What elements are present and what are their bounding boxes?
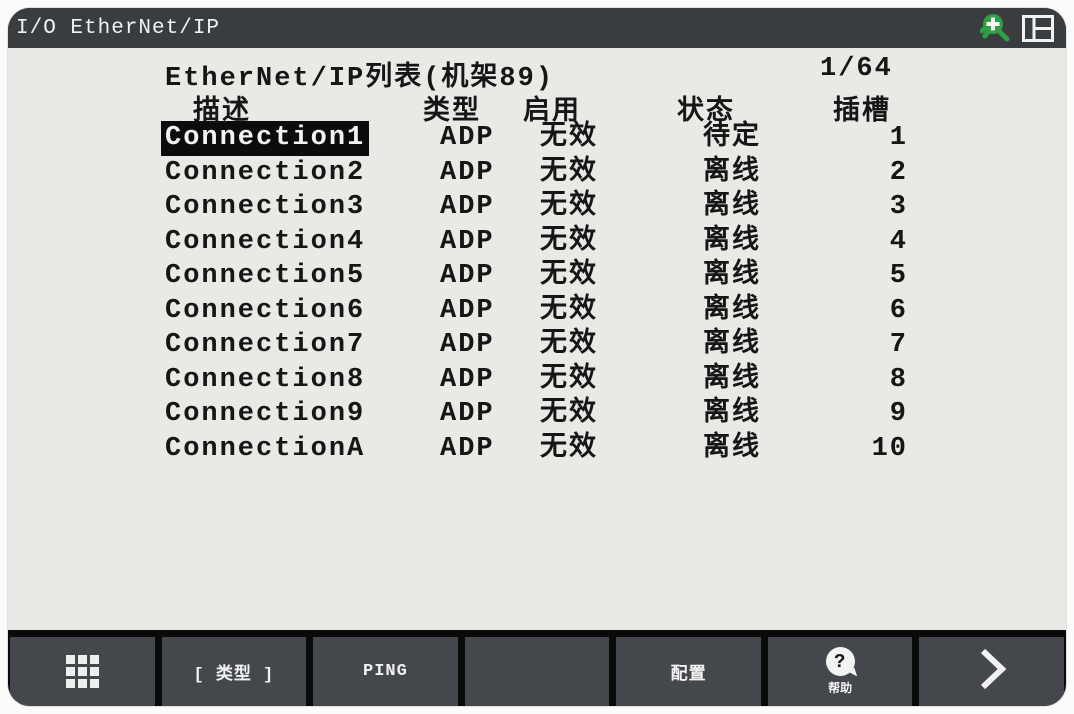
- next-page-button[interactable]: [919, 637, 1065, 706]
- grid-menu-icon: [65, 655, 99, 688]
- connection-slot: 3: [889, 192, 908, 222]
- chevron-right-icon: [972, 646, 1012, 698]
- connection-status: 离线: [703, 399, 761, 429]
- connection-slot: 2: [889, 157, 908, 188]
- connection-type: ADP: [440, 399, 495, 429]
- connection-description[interactable]: Connection5: [165, 259, 365, 294]
- connection-description[interactable]: Connection3: [165, 190, 365, 225]
- connection-slot: 5: [889, 261, 908, 291]
- connection-enable: 无效: [540, 399, 598, 429]
- connection-status: 离线: [703, 433, 761, 464]
- connection-table-rows: Connection1 ADP 无效 待定 1 Connection2 ADP 无效 离线 2 Co…: [8, 121, 1066, 466]
- connection-type: ADP: [440, 295, 495, 326]
- connection-type: ADP: [440, 192, 495, 222]
- connection-slot: 1: [889, 123, 908, 153]
- connection-status: 离线: [703, 330, 761, 360]
- config-button[interactable]: 配置: [616, 637, 761, 706]
- connection-slot: 10: [871, 433, 908, 464]
- connection-enable: 无效: [540, 157, 598, 188]
- connection-slot: 7: [889, 330, 908, 360]
- help-button[interactable]: ? 帮助: [767, 637, 913, 706]
- split-screen-icon[interactable]: [1022, 14, 1054, 42]
- zoom-in-icon[interactable]: [980, 12, 1010, 44]
- connection-enable: 无效: [540, 330, 598, 360]
- connection-enable: 无效: [540, 433, 598, 464]
- connection-type: ADP: [440, 157, 495, 188]
- table-row[interactable]: Connection9 ADP 无效 离线 9: [8, 397, 1066, 432]
- help-question-icon: ?: [825, 647, 857, 680]
- menu-button[interactable]: [10, 637, 155, 706]
- connection-enable: 无效: [540, 123, 598, 153]
- connection-description[interactable]: Connection8: [165, 363, 365, 398]
- connection-enable: 无效: [540, 295, 598, 326]
- connection-type: ADP: [440, 123, 495, 153]
- blank-function-button[interactable]: [464, 637, 610, 706]
- connection-type: ADP: [440, 330, 495, 360]
- page-indicator: 1/64: [820, 54, 893, 84]
- table-row[interactable]: Connection7 ADP 无效 离线 7: [8, 328, 1066, 363]
- titlebar-icons: [980, 12, 1066, 44]
- table-row[interactable]: Connection2 ADP 无效 离线 2: [8, 156, 1066, 191]
- table-row[interactable]: Connection6 ADP 无效 离线 6: [8, 294, 1066, 329]
- connection-type: ADP: [440, 261, 495, 291]
- pendant-screen: I/O EtherNet/IP EtherNet/IP列表(机架89) 1/64…: [8, 8, 1066, 706]
- connection-status: 离线: [703, 157, 761, 188]
- help-button-label: 帮助: [828, 682, 853, 696]
- connection-enable: 无效: [540, 364, 598, 395]
- function-key-bar: [ 类型 ] PING 配置 ? 帮助: [8, 637, 1066, 706]
- type-button[interactable]: [ 类型 ]: [161, 637, 307, 706]
- connection-description[interactable]: Connection9: [165, 397, 365, 432]
- table-row[interactable]: Connection4 ADP 无效 离线 4: [8, 225, 1066, 260]
- connection-slot: 6: [889, 295, 908, 326]
- connection-status: 离线: [703, 226, 761, 257]
- connection-slot: 9: [889, 399, 908, 429]
- connection-enable: 无效: [540, 192, 598, 222]
- connection-description[interactable]: Connection4: [165, 225, 365, 260]
- titlebar: I/O EtherNet/IP: [8, 8, 1066, 48]
- connection-status: 离线: [703, 261, 761, 291]
- table-row[interactable]: ConnectionA ADP 无效 离线 10: [8, 432, 1066, 467]
- connection-description[interactable]: Connection1: [161, 121, 370, 156]
- table-row[interactable]: Connection3 ADP 无效 离线 3: [8, 190, 1066, 225]
- connection-description[interactable]: Connection2: [165, 156, 365, 191]
- connection-enable: 无效: [540, 226, 598, 257]
- connection-status: 待定: [703, 123, 761, 153]
- config-button-label: 配置: [670, 665, 707, 685]
- table-row[interactable]: Connection5 ADP 无效 离线 5: [8, 259, 1066, 294]
- window-title: I/O EtherNet/IP: [16, 16, 221, 40]
- table-row[interactable]: Connection8 ADP 无效 离线 8: [8, 363, 1066, 398]
- connection-type: ADP: [440, 364, 495, 395]
- main-panel: EtherNet/IP列表(机架89) 1/64 描述 类型 启用 状态 插槽 …: [8, 48, 1066, 630]
- connection-slot: 4: [889, 226, 908, 257]
- connection-status: 离线: [703, 364, 761, 395]
- table-row[interactable]: Connection1 ADP 无效 待定 1: [8, 121, 1066, 156]
- ping-button[interactable]: PING: [313, 637, 458, 706]
- type-button-label: [ 类型 ]: [193, 665, 275, 685]
- connection-type: ADP: [440, 433, 495, 464]
- ping-button-label: PING: [363, 662, 408, 681]
- connection-enable: 无效: [540, 261, 598, 291]
- connection-description[interactable]: ConnectionA: [165, 432, 365, 467]
- connection-slot: 8: [889, 364, 908, 395]
- ethernet-ip-list: EtherNet/IP列表(机架89) 1/64 描述 类型 启用 状态 插槽 …: [8, 48, 1066, 630]
- connection-description[interactable]: Connection6: [165, 294, 365, 329]
- connection-type: ADP: [440, 226, 495, 257]
- connection-status: 离线: [703, 192, 761, 222]
- connection-status: 离线: [703, 295, 761, 326]
- connection-description[interactable]: Connection7: [165, 328, 365, 363]
- table-header: 描述 类型 启用 状态 插槽: [8, 88, 1066, 128]
